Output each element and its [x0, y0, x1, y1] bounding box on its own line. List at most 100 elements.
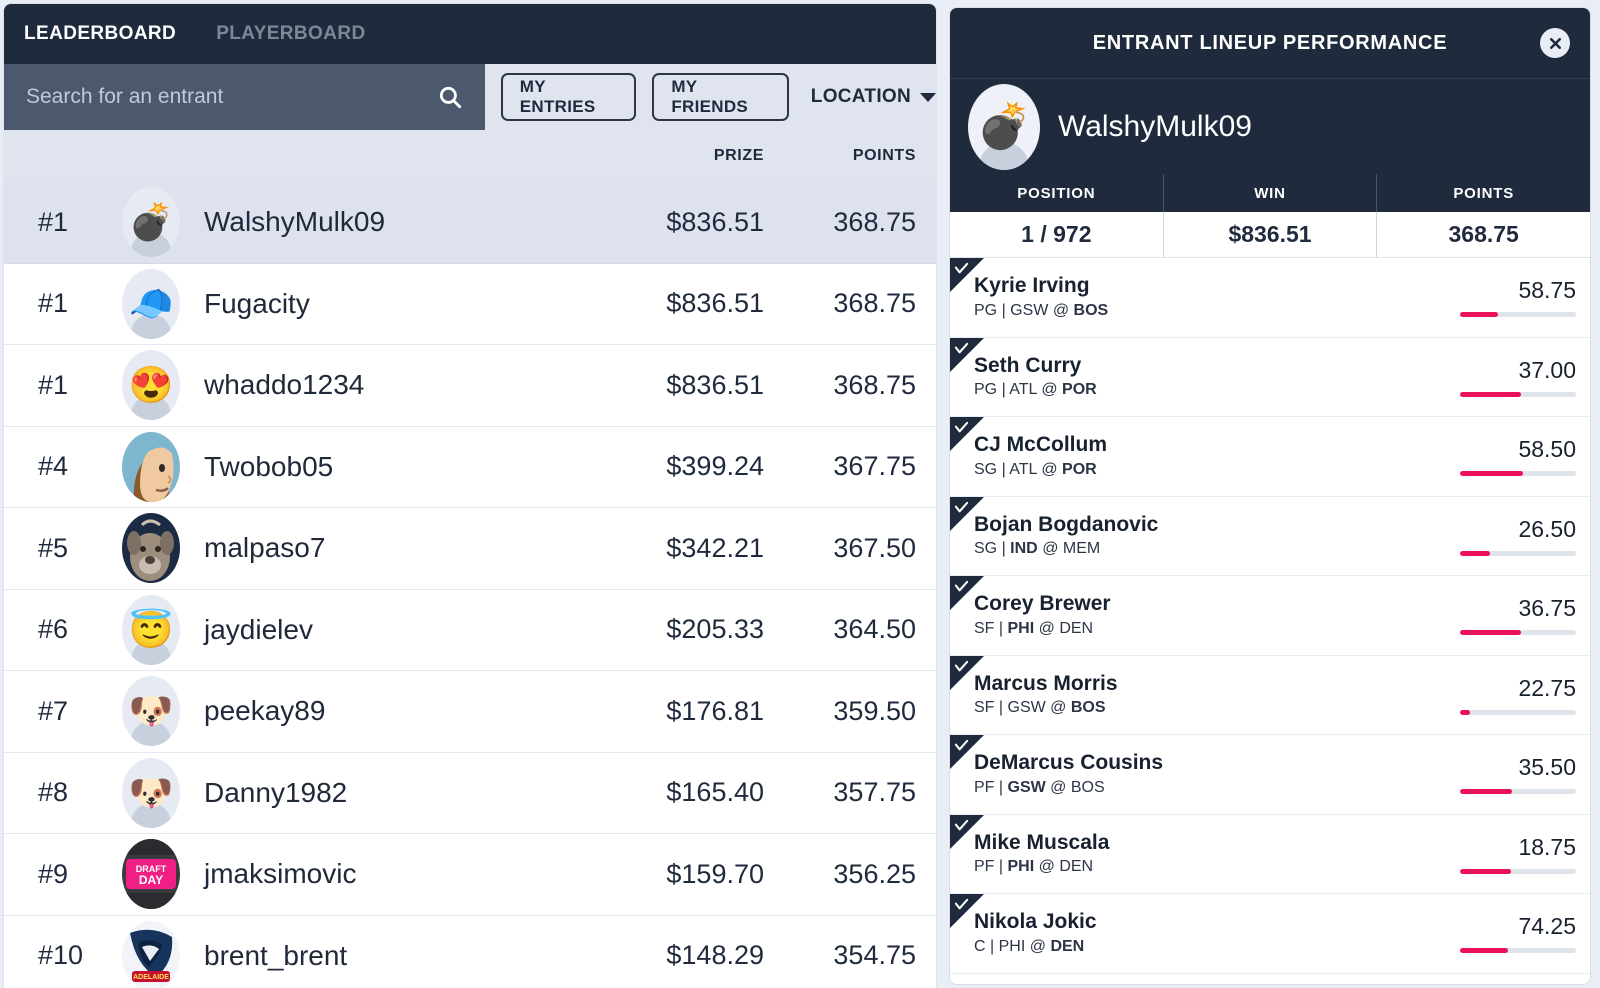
entrant-prize: $342.21: [666, 532, 764, 563]
table-row[interactable]: #5 malpaso7 $342.21 367.50: [4, 508, 936, 590]
player-name: Mike Muscala: [974, 830, 1110, 854]
check-icon: [950, 814, 984, 849]
stat-value-win: $836.51: [1162, 212, 1377, 257]
entrant-prize: $148.29: [666, 940, 764, 971]
table-row[interactable]: #6 😇 jaydielev $205.33 364.50: [4, 589, 936, 671]
close-icon[interactable]: [1540, 28, 1570, 58]
player-progress-bar: [1460, 312, 1576, 318]
table-row[interactable]: #8 🐶 Danny1982 $165.40 357.75: [4, 752, 936, 834]
table-row[interactable]: #1 💣 WalshyMulk09 $836.51 368.75: [4, 182, 936, 264]
lineup-panel-header: ENTRANT LINEUP PERFORMANCE: [950, 8, 1590, 78]
avatar: 💣: [122, 187, 180, 258]
table-row[interactable]: #10 ADELAIDE brent_brent $148.29 354.75: [4, 915, 936, 988]
player-points: 37.00: [1518, 356, 1576, 383]
entrant-prize: $836.51: [666, 369, 764, 400]
entrant-prize: $836.51: [666, 206, 764, 237]
player-info: Mike Muscala PF | PHI @ DEN: [974, 830, 1442, 878]
entrant-rank: #1: [38, 369, 69, 400]
entrant-rank: #6: [38, 614, 69, 645]
leaderboard-panel: LEADERBOARD PLAYERBOARD MY ENTRIES MY FR…: [4, 4, 936, 988]
my-entries-button[interactable]: MY ENTRIES: [500, 73, 637, 121]
page-title: ENTRANT LINEUP PERFORMANCE: [1092, 31, 1448, 54]
search-box[interactable]: [4, 64, 485, 130]
player-matchup: SG | IND @ MEM: [974, 540, 1101, 558]
my-friends-button[interactable]: MY FRIENDS: [652, 73, 789, 121]
table-row[interactable]: #4 Twobob05 $399.24 367.75: [4, 426, 936, 508]
entrant-points: 359.50: [833, 695, 916, 726]
player-progress-bar: [1460, 471, 1576, 477]
player-name: Kyrie Irving: [974, 274, 1090, 298]
app-root: LEADERBOARD PLAYERBOARD MY ENTRIES MY FR…: [0, 0, 1600, 988]
entrant-identity: 💣 WalshyMulk09: [950, 78, 1590, 174]
chevron-down-icon: [920, 92, 936, 102]
player-info: Nikola Jokic C | PHI @ DEN: [974, 909, 1442, 957]
entrant-username: Fugacity: [204, 287, 310, 319]
player-score-block: 18.75: [1442, 834, 1590, 874]
entrant-username: brent_brent: [204, 939, 348, 971]
player-info: Corey Brewer SF | PHI @ DEN: [974, 591, 1442, 639]
player-info: Seth Curry PG | ATL @ POR: [974, 353, 1442, 401]
bomb-emoji-avatar: 💣: [128, 201, 174, 243]
player-points: 22.75: [1518, 674, 1576, 701]
entrant-rank: #5: [38, 532, 69, 563]
list-item[interactable]: Corey Brewer SF | PHI @ DEN 36.75: [950, 576, 1590, 656]
halo-emoji-avatar: 😇: [128, 608, 174, 650]
table-row[interactable]: #7 🐶 peekay89 $176.81 359.50: [4, 671, 936, 753]
list-item[interactable]: Marcus Morris SF | GSW @ BOS 22.75: [950, 655, 1590, 735]
player-name: DeMarcus Cousins: [974, 751, 1164, 775]
entrant-username: Danny1982: [204, 776, 348, 808]
avatar: [122, 513, 180, 584]
check-icon: [950, 258, 984, 292]
entrant-username: WalshyMulk09: [1058, 109, 1252, 143]
entrant-prize: $399.24: [666, 451, 764, 482]
player-matchup: SF | PHI @ DEN: [974, 619, 1094, 637]
entrant-points: 367.50: [833, 532, 916, 563]
list-item[interactable]: Seth Curry PG | ATL @ POR 37.00: [950, 337, 1590, 417]
entrant-username: jmaksimovic: [204, 858, 357, 890]
entrant-rank: #10: [38, 940, 84, 971]
player-progress-bar: [1460, 868, 1576, 874]
tab-playerboard[interactable]: PLAYERBOARD: [214, 19, 367, 49]
player-score-block: 58.75: [1442, 277, 1590, 318]
player-name: CJ McCollum: [974, 433, 1108, 457]
list-item[interactable]: Nikola Jokic C | PHI @ DEN 74.25: [950, 894, 1590, 974]
avatar: 😇: [122, 594, 180, 665]
search-input[interactable]: [26, 85, 437, 109]
player-progress-bar: [1460, 391, 1576, 397]
list-item[interactable]: Mike Muscala PF | PHI @ DEN 18.75: [950, 814, 1590, 894]
stat-header-points: POINTS: [1376, 174, 1590, 212]
player-matchup: C | PHI @ DEN: [974, 937, 1085, 955]
entrant-points: 368.75: [833, 206, 916, 237]
entrant-points: 357.75: [833, 777, 916, 808]
player-name: Marcus Morris: [974, 671, 1118, 695]
list-item[interactable]: Kyrie Irving PG | GSW @ BOS 58.75: [950, 258, 1590, 338]
table-row[interactable]: #1 😍 whaddo1234 $836.51 368.75: [4, 345, 936, 427]
location-dropdown[interactable]: LOCATION: [811, 64, 936, 130]
entrant-prize: $205.33: [666, 614, 764, 645]
player-name: Nikola Jokic: [974, 910, 1097, 934]
entrant-rank: #7: [38, 695, 69, 726]
table-row[interactable]: #1 🧢 Fugacity $836.51 368.75: [4, 263, 936, 345]
entrant-rank: #4: [38, 451, 69, 482]
check-icon: [950, 735, 984, 769]
table-row[interactable]: #9 DRAFT DAY jmaksimovic $159.70 356.25: [4, 834, 936, 916]
column-points: POINTS: [852, 147, 916, 164]
svg-text:DAY: DAY: [139, 873, 163, 887]
search-filter-row: MY ENTRIES MY FRIENDS LOCATION: [4, 64, 936, 130]
entrant-points: 368.75: [833, 288, 916, 319]
player-name: Corey Brewer: [974, 592, 1111, 616]
entrant-prize: $176.81: [666, 695, 764, 726]
player-matchup: PG | ATL @ POR: [974, 381, 1097, 399]
search-icon[interactable]: [437, 84, 463, 110]
entrant-points: 354.75: [833, 940, 916, 971]
player-score-block: 37.00: [1442, 357, 1590, 397]
list-item[interactable]: DeMarcus Cousins PF | GSW @ BOS 35.50: [950, 735, 1590, 815]
list-item[interactable]: CJ McCollum SG | ATL @ POR 58.50: [950, 417, 1590, 497]
entrant-rank: #9: [38, 858, 69, 889]
player-points: 35.50: [1518, 754, 1576, 781]
entrant-username: malpaso7: [204, 532, 326, 564]
player-progress-bar: [1460, 948, 1576, 954]
player-score-block: 58.50: [1442, 436, 1590, 477]
list-item[interactable]: Bojan Bogdanovic SG | IND @ MEM 26.50: [950, 496, 1590, 576]
tab-leaderboard[interactable]: LEADERBOARD: [22, 19, 178, 49]
